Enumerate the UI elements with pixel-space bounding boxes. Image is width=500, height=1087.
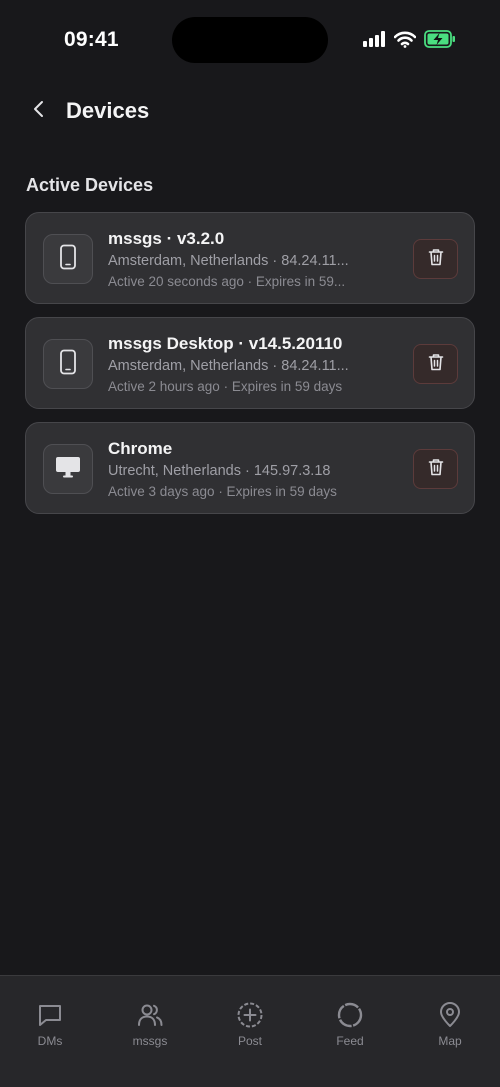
battery-charging-icon	[424, 30, 456, 48]
status-icons	[362, 30, 456, 48]
map-pin-icon	[436, 1001, 464, 1029]
plus-circle-icon	[236, 1001, 264, 1029]
device-name: mssgs · v3.2.0	[108, 229, 225, 248]
message-square-icon	[36, 1001, 64, 1029]
status-bar: 09:41	[0, 0, 500, 80]
device-icon-box	[43, 234, 93, 284]
cellular-signal-icon	[362, 31, 386, 47]
tab-map[interactable]: Map	[400, 976, 500, 1056]
wifi-icon	[394, 31, 416, 48]
device-card[interactable]: mssgs Desktop · v14.5.20110 Amsterdam, N…	[25, 317, 475, 409]
delete-device-button[interactable]	[413, 449, 458, 489]
tab-label: DMs	[37, 1034, 63, 1048]
back-button[interactable]	[22, 92, 56, 130]
circle-icon	[336, 1001, 364, 1029]
delete-device-button[interactable]	[413, 239, 458, 279]
trash-icon	[428, 353, 444, 376]
section-title: Active Devices	[26, 175, 154, 195]
tab-post[interactable]: Post	[200, 976, 300, 1056]
device-activity: Active 2 hours ago · Expires in 59 days	[108, 379, 343, 394]
device-location: Utrecht, Netherlands · 145.97.3.18	[108, 463, 331, 479]
smartphone-icon	[59, 244, 77, 275]
device-activity: Active 20 seconds ago · Expires in 59...	[108, 274, 346, 289]
tab-label: Post	[237, 1034, 262, 1048]
users-icon	[136, 1001, 164, 1029]
page-title: Devices	[66, 98, 150, 123]
smartphone-icon	[59, 349, 77, 380]
device-activity: Active 3 days ago · Expires in 59 days	[108, 484, 337, 499]
delete-device-button[interactable]	[413, 344, 458, 384]
status-time: 09:41	[64, 28, 119, 51]
device-name: mssgs Desktop · v14.5.20110	[108, 334, 343, 353]
device-list: mssgs · v3.2.0 Amsterdam, Netherlands · …	[25, 212, 475, 527]
chevron-left-icon	[32, 99, 46, 124]
devices-screen: 09:41 Devices Active Devices mssgs · v3.…	[0, 0, 500, 1087]
device-card[interactable]: Chrome Utrecht, Netherlands · 145.97.3.1…	[25, 422, 475, 514]
device-location: Amsterdam, Netherlands · 84.24.11...	[108, 358, 349, 374]
device-name: Chrome	[108, 439, 173, 458]
tab-label: Map	[438, 1034, 462, 1048]
tab-label: mssgs	[132, 1034, 168, 1048]
tab-mssgs[interactable]: mssgs	[100, 976, 200, 1056]
monitor-icon	[55, 455, 81, 484]
tab-bar: DMs mssgs Post Feed Map	[0, 975, 500, 1087]
tab-feed[interactable]: Feed	[300, 976, 400, 1056]
device-icon-box	[43, 339, 93, 389]
header: Devices	[0, 88, 500, 134]
device-location: Amsterdam, Netherlands · 84.24.11...	[108, 253, 349, 269]
dynamic-island	[172, 17, 328, 63]
device-icon-box	[43, 444, 93, 494]
tab-label: Feed	[336, 1034, 364, 1048]
tab-dms[interactable]: DMs	[0, 976, 100, 1056]
device-card[interactable]: mssgs · v3.2.0 Amsterdam, Netherlands · …	[25, 212, 475, 304]
trash-icon	[428, 248, 444, 271]
trash-icon	[428, 458, 444, 481]
